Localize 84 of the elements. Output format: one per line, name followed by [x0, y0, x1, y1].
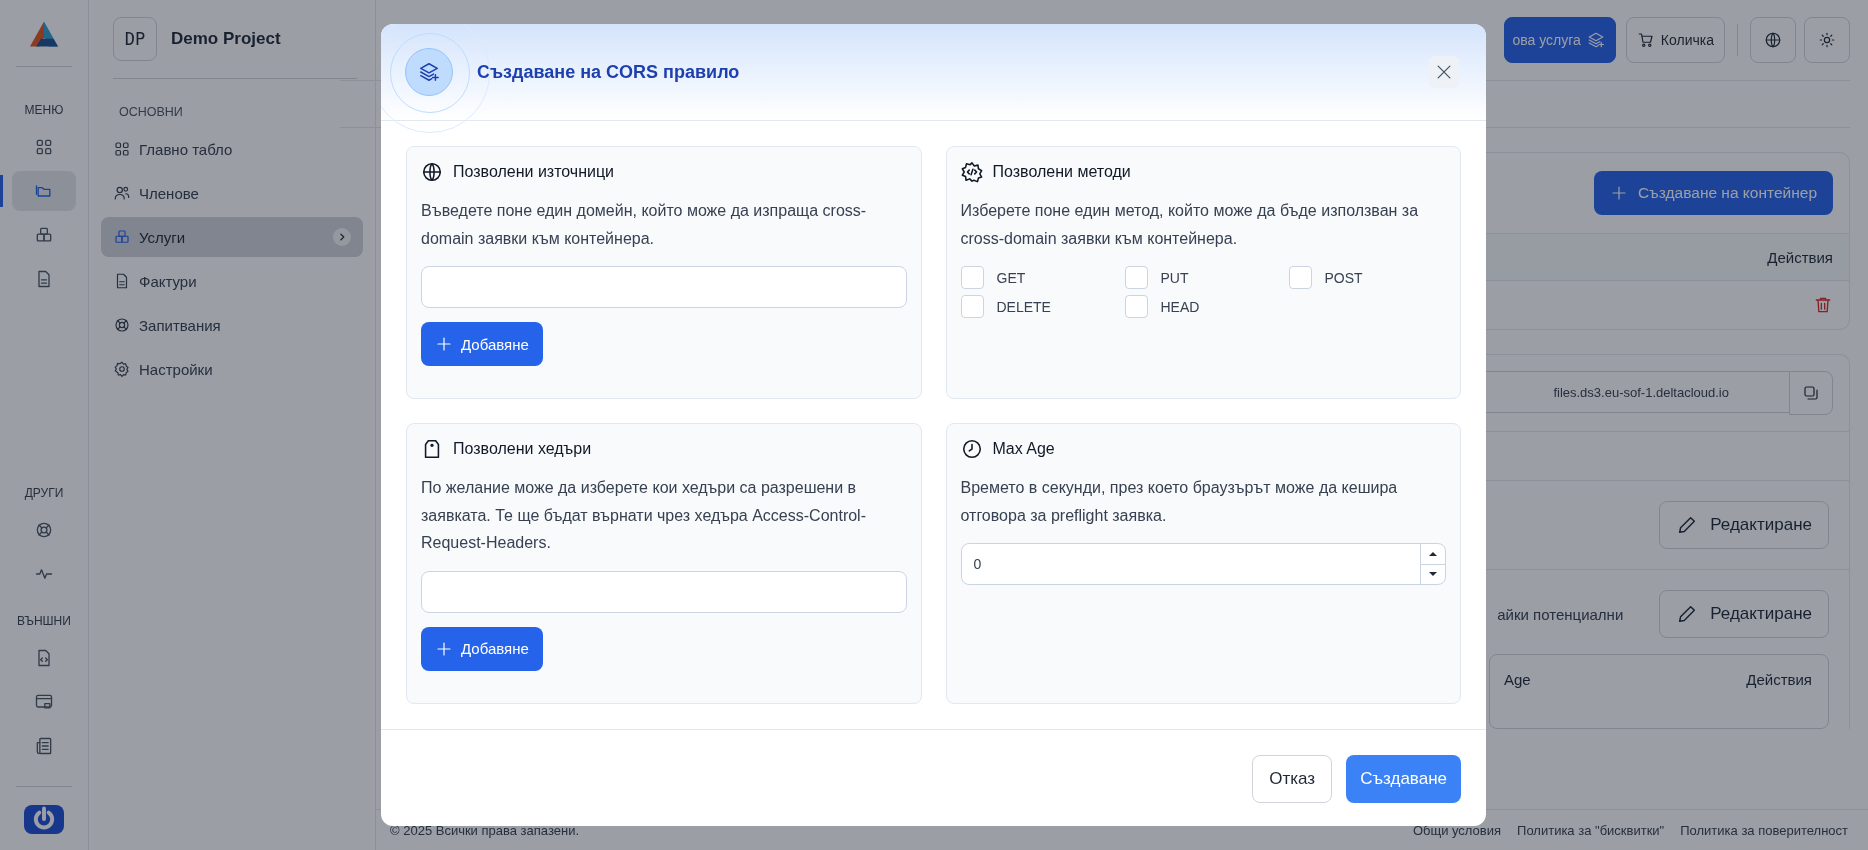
sidebar-item[interactable]: Членове	[101, 173, 363, 213]
trash-icon[interactable]	[1813, 295, 1833, 315]
sidebar-item-label: Членове	[139, 184, 200, 202]
section-title: ОСНОВНИ	[119, 105, 184, 119]
checkbox[interactable]	[1124, 266, 1148, 289]
project-avatar: DP	[113, 17, 157, 61]
checkbox[interactable]	[1288, 266, 1312, 289]
up-arrow-icon	[1428, 550, 1438, 557]
column-header: Действия	[1746, 671, 1812, 688]
sidebar-item[interactable]: Фактури	[101, 261, 363, 301]
input-field[interactable]	[421, 570, 907, 613]
theme-button[interactable]	[1804, 17, 1850, 63]
description-text: айки потенциални	[1497, 605, 1624, 623]
close-button[interactable]	[1428, 56, 1460, 88]
sidebar-item-label: Настройки	[139, 360, 214, 378]
cart-button[interactable]: Количка	[1625, 17, 1725, 63]
clock-icon	[960, 438, 983, 460]
cart-icon	[1636, 31, 1655, 49]
card-title: Позволени източници	[453, 163, 615, 181]
power-button[interactable]	[24, 804, 64, 834]
gear-icon	[113, 360, 131, 378]
sun-icon	[1818, 31, 1836, 49]
rail-section-title: ВЪНШНИ	[17, 613, 71, 628]
footer-link[interactable]: Политика за поверителност	[1680, 822, 1848, 838]
checkbox-label: POST	[1324, 269, 1363, 286]
language-button[interactable]	[1750, 17, 1796, 63]
globe-icon	[1764, 31, 1782, 49]
sidebar-item[interactable]: Настройки	[101, 349, 363, 389]
down-arrow-icon	[1428, 571, 1438, 578]
sidebar-item-label: Фактури	[139, 272, 198, 290]
plus-icon	[435, 335, 453, 353]
edit-button[interactable]: Редактиране	[1659, 590, 1829, 638]
checkbox-label: PUT	[1160, 269, 1189, 286]
column-header: Age	[1504, 671, 1531, 688]
card-title: Max Age	[992, 440, 1055, 458]
selection-bar	[0, 174, 3, 207]
number-field[interactable]: 0	[960, 543, 1446, 585]
edit-button[interactable]: Редактиране	[1659, 501, 1829, 549]
sidebar-item[interactable]: Запитвания	[101, 305, 363, 345]
checkbox-label: HEAD	[1160, 298, 1200, 315]
checkbox[interactable]	[1124, 295, 1148, 318]
footer-link[interactable]: Политика за "бисквитки"	[1517, 822, 1665, 838]
sidebar-item[interactable]: Главно табло	[101, 129, 363, 169]
newspaper-icon	[34, 735, 54, 756]
copy-button[interactable]	[1789, 371, 1833, 415]
column-header: Действия	[1767, 248, 1833, 266]
sidebar-item-label: Услуги	[139, 228, 187, 246]
card-description: Времето в секунди, през което браузърът може да кешира отговора за preflight заявка.	[960, 478, 1399, 526]
footer-link[interactable]: Общи условия	[1412, 822, 1502, 838]
checkbox[interactable]	[960, 266, 984, 289]
checkbox-label: DELETE	[996, 298, 1051, 315]
card-description: По желание може да изберете кои хедъри са разрешени в заявката. Те ще бъдат върнати чрез хедъра Access-Control-Request-Headers.	[421, 478, 867, 553]
new-service-button[interactable]: ова услуга	[1503, 17, 1616, 63]
rail-folders-button[interactable]	[12, 170, 76, 211]
boxes-icon	[113, 228, 131, 246]
code-gear-icon	[960, 161, 983, 183]
sidebar-item-label: Главно табло	[139, 140, 234, 158]
rail-section-title: ДРУГИ	[24, 485, 64, 500]
layers-plus-icon	[405, 48, 453, 96]
users-icon	[113, 184, 131, 202]
copy-icon	[1802, 384, 1820, 402]
project-name[interactable]: Demo Project	[171, 29, 281, 49]
create-button[interactable]: Създаване	[1346, 754, 1461, 803]
field-value: 0	[972, 555, 983, 574]
sidebar-item-label: Запитвания	[139, 316, 222, 334]
card-title: Позволени хедъри	[453, 440, 592, 458]
card-description: Изберете поне един метод, който може да бъде използван за cross-domain заявки към контейнера.	[960, 201, 1420, 249]
add-button[interactable]: Добавяне	[421, 626, 543, 671]
input-field[interactable]	[421, 266, 907, 308]
card-title: Позволени методи	[992, 163, 1131, 181]
card-description: Въведете поне един домейн, който може да изпраща cross-domain заявки към контейнера.	[421, 201, 868, 249]
lifebuoy-icon	[113, 316, 131, 334]
create-container-button[interactable]: Създаване на контейнер	[1593, 171, 1833, 215]
sidebar-item[interactable]: Услуги	[101, 217, 363, 257]
chevron-right-icon	[333, 228, 351, 246]
grid-icon	[113, 140, 131, 158]
rail-section-title: МЕНЮ	[24, 102, 64, 117]
layers-plus-icon	[1586, 31, 1605, 49]
globe-icon	[421, 161, 443, 183]
add-button[interactable]: Добавяне	[421, 322, 543, 366]
checkbox[interactable]	[960, 295, 984, 318]
cancel-button[interactable]: Отказ	[1252, 754, 1333, 803]
checkbox-label: GET	[996, 269, 1026, 286]
dialog-title: Създаване на CORS правило	[477, 61, 741, 83]
